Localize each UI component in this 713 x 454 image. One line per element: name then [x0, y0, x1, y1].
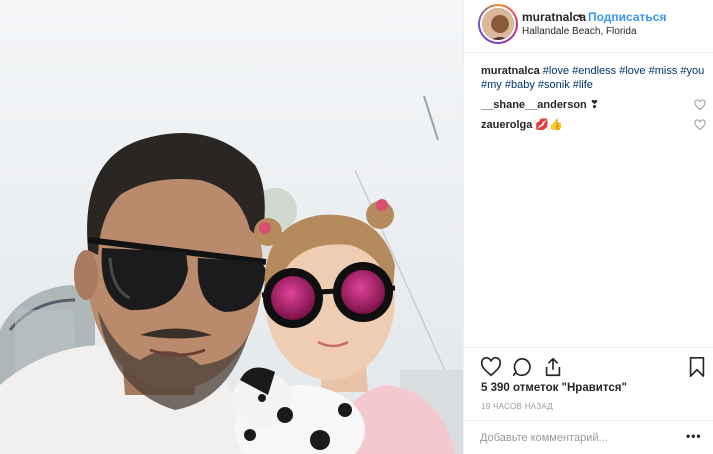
post-timestamp[interactable]: 19 ЧАСОВ НАЗАД [481, 402, 553, 411]
caption-username[interactable]: muratnalca [481, 65, 540, 77]
comment-like-heart-icon[interactable] [694, 119, 706, 131]
avatar[interactable] [480, 6, 516, 42]
comment-bubble-icon[interactable] [511, 356, 533, 378]
comment-text: 💋👍 [535, 119, 563, 131]
comment-username[interactable]: zauerolga [481, 119, 532, 131]
comment-username[interactable]: __shane__anderson [481, 99, 587, 111]
post-actions-bar [464, 347, 713, 379]
bookmark-icon[interactable] [686, 356, 708, 378]
comments-list: muratnalca #love #endless #love #miss #y… [481, 64, 706, 132]
hashtag[interactable]: #endless [572, 65, 616, 77]
likes-count[interactable]: 5 390 отметок "Нравится" [481, 382, 627, 394]
comment-item: zauerolga 💋👍 [481, 118, 706, 132]
avatar-story-ring[interactable] [478, 4, 518, 44]
post-photo[interactable] [0, 0, 463, 454]
hashtag[interactable]: #baby [505, 79, 535, 91]
add-comment-bar: ••• [464, 420, 713, 454]
hashtag[interactable]: #miss [649, 65, 678, 77]
follow-button[interactable]: Подписаться [588, 10, 666, 24]
hashtag[interactable]: #love [619, 65, 645, 77]
hashtag[interactable]: #you [680, 65, 704, 77]
photo-illustration [0, 0, 463, 454]
comment-text: ❣ [589, 99, 600, 111]
hashtag[interactable]: #love [543, 65, 569, 77]
hashtag[interactable]: #sonik [538, 79, 570, 91]
share-icon[interactable] [542, 356, 564, 378]
hashtag[interactable]: #life [573, 79, 593, 91]
comment-like-heart-icon[interactable] [694, 99, 706, 111]
post-side-panel: muratnalca • Подписаться Hallandale Beac… [463, 0, 713, 454]
post-username[interactable]: muratnalca [522, 10, 586, 24]
more-options-button[interactable]: ••• [686, 429, 702, 443]
post-location[interactable]: Hallandale Beach, Florida [522, 26, 637, 37]
avatar-image [482, 8, 514, 40]
post-caption: muratnalca #love #endless #love #miss #y… [481, 64, 706, 92]
comment-item: __shane__anderson ❣ [481, 98, 706, 112]
hashtag[interactable]: #my [481, 79, 502, 91]
post-header: muratnalca • Подписаться Hallandale Beac… [464, 0, 713, 53]
add-comment-input[interactable] [480, 429, 680, 447]
follow-separator: • [578, 9, 583, 23]
heart-icon[interactable] [480, 356, 502, 378]
